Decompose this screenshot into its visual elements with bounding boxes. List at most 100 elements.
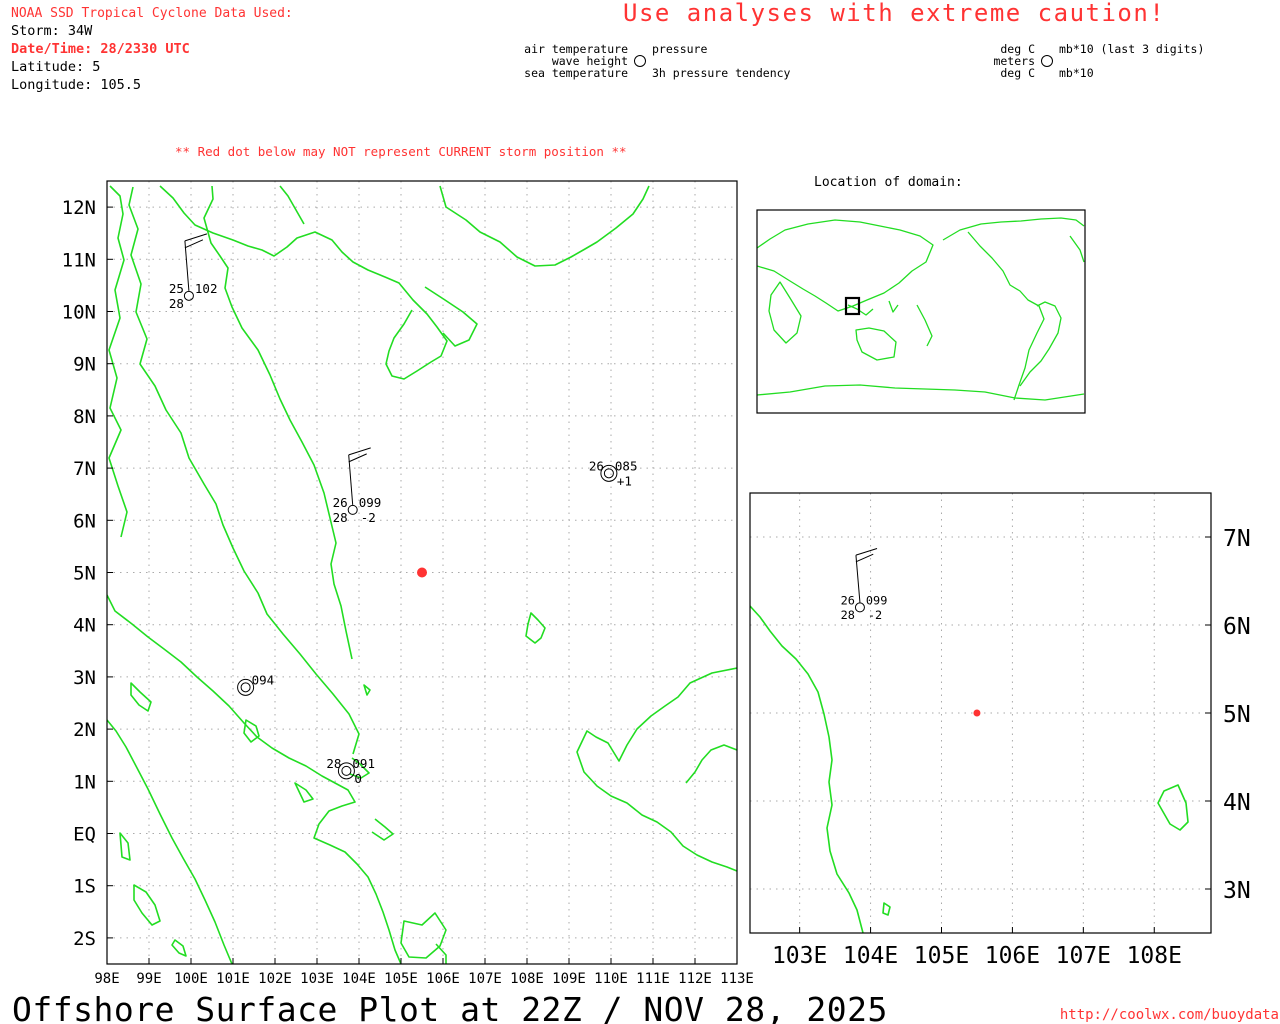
main-lat-label: 9N	[73, 354, 96, 376]
main-lon-label: 98E	[94, 971, 119, 987]
main-lat-label: 3N	[73, 667, 96, 689]
main-lon-label: 108E	[510, 971, 544, 987]
wind-barb-flag	[855, 548, 878, 556]
legend-unit-deg-c-sea: deg C	[1000, 66, 1035, 80]
main-lon-label: 104E	[342, 971, 376, 987]
main-lon-label: 107E	[468, 971, 502, 987]
station-circle-icon	[854, 602, 865, 613]
offshore-surface-plot: NOAA SSD Tropical Cyclone Data Used: Sto…	[11, 0, 1279, 1024]
station-sea-temp: 28	[169, 296, 184, 311]
zoom-map-stations: 26 099 28 -2	[841, 548, 887, 622]
main-lat-label: 6N	[73, 510, 96, 532]
station-plot: 094	[237, 672, 275, 696]
data-source-label: NOAA SSD Tropical Cyclone Data Used:	[11, 6, 293, 21]
station-circle-icon	[183, 290, 194, 301]
main-lon-label: 110E	[594, 971, 628, 987]
source-url[interactable]: http://coolwx.com/buoydata	[1060, 1007, 1279, 1023]
main-lat-label: 8N	[73, 406, 96, 428]
zoom-map-frame	[749, 492, 1212, 934]
station-pressure: 099	[359, 495, 382, 510]
main-lon-label: 100E	[174, 971, 208, 987]
main-lon-label: 112E	[678, 971, 712, 987]
legend-pressure: pressure	[652, 42, 707, 56]
zoom-storm-position-marker	[973, 709, 981, 717]
station-air-temp: 25	[169, 281, 184, 296]
storm-longitude: Longitude: 105.5	[11, 77, 141, 93]
storm-datetime: Date/Time: 28/2330 UTC	[11, 41, 190, 57]
zoom-lat-label: 7N	[1223, 526, 1251, 552]
station-circle-icon	[347, 504, 358, 515]
station-legend-fields: air temperature wave height sea temperat…	[524, 42, 790, 80]
station-circle-icon	[603, 468, 614, 479]
zoom-lon-label: 105E	[914, 943, 969, 969]
zoom-map: 103E 104E 105E 106E 107E 108E 7N 6N 5N 4N 3N 26 099…	[749, 492, 1251, 969]
zoom-lat-label: 6N	[1223, 614, 1251, 640]
zoom-lon-label: 106E	[985, 943, 1040, 969]
station-tendency: -2	[868, 608, 882, 622]
station-tendency: -2	[361, 510, 376, 525]
station-pressure: 099	[866, 593, 887, 607]
legend-units-circle-icon	[1041, 55, 1053, 67]
storm-position-marker	[417, 567, 427, 578]
main-lat-label: 7N	[73, 458, 96, 480]
station-tendency: +1	[617, 473, 632, 488]
wind-barb-flag	[348, 453, 367, 463]
main-lat-label: 1S	[73, 876, 96, 898]
inset-world-map	[756, 209, 1086, 414]
storm-latitude: Latitude: 5	[11, 59, 100, 75]
main-lat-label: 10N	[62, 302, 96, 324]
station-plot: 26 099 28 -2	[333, 447, 382, 525]
zoom-lon-label: 108E	[1127, 943, 1182, 969]
main-lat-label: EQ	[73, 824, 96, 846]
main-lon-label: 113E	[720, 971, 754, 987]
main-lat-label: 5N	[73, 563, 96, 585]
main-lon-label: 106E	[426, 971, 460, 987]
plot-title: Offshore Surface Plot at 22Z / NOV 28, 2…	[12, 990, 888, 1024]
main-lon-label: 101E	[216, 971, 250, 987]
station-tendency: 0	[354, 771, 362, 786]
main-lat-label: 1N	[73, 771, 96, 793]
storm-position-warning: ** Red dot below may NOT represent CURRE…	[175, 144, 627, 159]
legend-unit-tendency: mb*10	[1059, 66, 1094, 80]
station-circle-icon	[240, 682, 251, 693]
wind-barb-flag	[184, 239, 204, 249]
inset-title: Location of domain:	[814, 175, 963, 190]
main-lon-label: 109E	[552, 971, 586, 987]
wind-barb-flag	[184, 233, 208, 242]
main-lat-label: 2N	[73, 719, 96, 741]
legend-sea-temperature: sea temperature	[524, 66, 628, 80]
zoom-lat-label: 3N	[1223, 878, 1251, 904]
main-map-axis-labels: 98E 99E 100E 101E 102E 103E 104E 105E 106E 107E 10…	[62, 197, 754, 987]
legend-pressure-tendency: 3h pressure tendency	[652, 66, 791, 80]
station-legend-units: deg C meters deg C mb*10 (last 3 digits)…	[993, 42, 1204, 80]
zoom-map-coastlines	[750, 605, 1189, 933]
main-lon-label: 111E	[636, 971, 670, 987]
zoom-lat-label: 4N	[1223, 790, 1251, 816]
main-lon-label: 102E	[258, 971, 292, 987]
wind-barb-staff	[855, 555, 861, 603]
zoom-map-gridlines	[750, 493, 1211, 933]
legend-unit-pressure: mb*10 (last 3 digits)	[1059, 42, 1204, 56]
station-air-temp: 26	[841, 593, 855, 607]
station-plot: 26 085+1	[589, 458, 638, 488]
main-lat-label: 2S	[73, 928, 96, 950]
zoom-lon-label: 103E	[772, 943, 827, 969]
station-air-temp: 26	[333, 495, 348, 510]
station-pressure: 091	[352, 756, 375, 771]
storm-id: Storm: 34W	[11, 23, 93, 39]
legend-station-circle-icon	[634, 55, 646, 67]
wind-barb-flag	[348, 447, 371, 456]
wind-barb-staff	[348, 454, 354, 505]
main-lat-label: 4N	[73, 615, 96, 637]
main-lon-label: 105E	[384, 971, 418, 987]
main-lat-label: 12N	[62, 197, 96, 219]
station-pressure: 094	[252, 672, 275, 687]
zoom-lon-label: 107E	[1056, 943, 1111, 969]
station-sea-temp: 28	[333, 510, 348, 525]
main-lat-label: 11N	[62, 249, 96, 271]
station-plot: 25 102 28	[169, 233, 218, 311]
main-map: 98E 99E 100E 101E 102E 103E 104E 105E 106E 107E 10…	[62, 180, 754, 987]
station-pressure: 102	[195, 281, 218, 296]
wind-barb-staff	[184, 240, 190, 291]
station-air-temp: 28	[326, 756, 341, 771]
